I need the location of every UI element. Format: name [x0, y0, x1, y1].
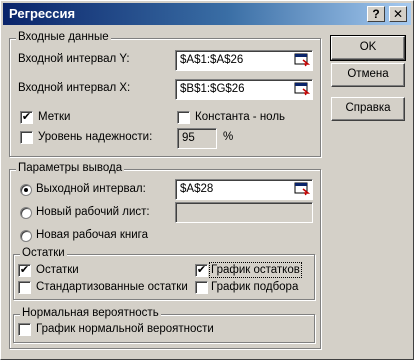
percent-sign: %: [223, 131, 234, 143]
output-range-value: $A$28: [180, 183, 214, 195]
standardized-residuals-label: Стандартизованные остатки: [36, 281, 188, 293]
output-range-label: Выходной интервал:: [36, 183, 146, 195]
labels-checkbox[interactable]: ✔: [20, 111, 33, 124]
line-fit-plot-label: График подбора: [211, 281, 299, 293]
output-options-legend: Параметры вывода: [16, 162, 125, 174]
confidence-level-label: Уровень надежности:: [38, 131, 153, 143]
new-workbook-radio[interactable]: [20, 230, 32, 242]
confidence-level-checkbox[interactable]: [20, 131, 33, 144]
range-select-icon[interactable]: [294, 53, 310, 67]
constant-zero-checkbox[interactable]: [177, 111, 190, 124]
dialog-title: Регрессия: [9, 6, 76, 21]
residuals-group: Остатки: [13, 247, 315, 300]
input-y-field[interactable]: $A$1:$A$26: [175, 50, 313, 71]
line-fit-plot-checkbox[interactable]: [195, 281, 208, 294]
input-x-field[interactable]: $B$1:$G$26: [175, 79, 313, 100]
input-x-value: $B$1:$G$26: [180, 83, 245, 95]
standardized-residuals-checkbox[interactable]: [18, 281, 31, 294]
confidence-level-value: 95: [182, 132, 195, 144]
residuals-checkbox[interactable]: ✔: [18, 264, 31, 277]
residuals-label: Остатки: [36, 264, 79, 276]
new-sheet-label: Новый рабочий лист:: [36, 206, 150, 218]
title-bar[interactable]: Регрессия ? ✕: [3, 3, 411, 25]
input-y-value: $A$1:$A$26: [180, 54, 244, 66]
range-select-icon[interactable]: [294, 182, 310, 196]
ok-button[interactable]: OK: [330, 35, 406, 61]
residuals-legend: Остатки: [20, 247, 67, 259]
new-workbook-label: Новая рабочая книга: [36, 229, 148, 241]
output-range-radio[interactable]: [20, 184, 32, 196]
labels-label: Метки: [38, 111, 71, 123]
output-range-field[interactable]: $A$28: [175, 179, 313, 200]
new-sheet-radio[interactable]: [20, 207, 32, 219]
range-select-icon[interactable]: [294, 82, 310, 96]
constant-zero-label: Константа - ноль: [195, 111, 286, 123]
new-sheet-field[interactable]: [175, 202, 313, 223]
normal-probability-legend: Нормальная вероятность: [20, 307, 161, 319]
regression-dialog: Регрессия ? ✕ Входные данные Входной инт…: [0, 0, 414, 360]
input-data-legend: Входные данные: [16, 31, 111, 43]
normal-probability-label: График нормальной вероятности: [36, 323, 214, 335]
residual-plot-checkbox[interactable]: ✔: [195, 264, 208, 277]
input-y-label: Входной интервал Y:: [18, 53, 130, 65]
normal-probability-checkbox[interactable]: [18, 323, 31, 336]
confidence-level-field[interactable]: 95: [177, 128, 217, 149]
help-button[interactable]: Справка: [331, 97, 405, 121]
help-title-button[interactable]: ?: [367, 6, 385, 22]
residual-plot-label: График остатков: [209, 262, 302, 278]
cancel-button[interactable]: Отмена: [331, 63, 405, 87]
close-icon[interactable]: ✕: [389, 6, 407, 22]
input-x-label: Входной интервал X:: [18, 82, 131, 94]
